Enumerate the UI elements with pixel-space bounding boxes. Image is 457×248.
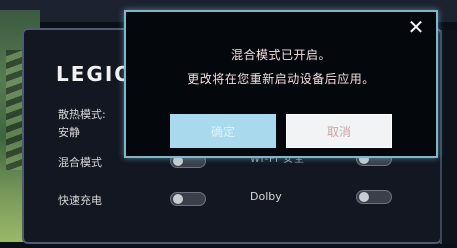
- dolby-toggle[interactable]: [356, 190, 392, 204]
- close-icon[interactable]: ✕: [406, 17, 426, 37]
- cancel-button[interactable]: 取消: [286, 114, 392, 148]
- thermal-mode-value[interactable]: 安静: [58, 124, 80, 140]
- brand-logo: LEGIO: [56, 62, 134, 86]
- confirm-button[interactable]: 确定: [170, 114, 276, 148]
- dolby-label: Dolby: [250, 190, 282, 203]
- fast-charge-toggle[interactable]: [170, 192, 206, 206]
- dialog-message-line1: 混合模式已开启。: [230, 48, 331, 62]
- side-panel-edge: [440, 30, 457, 244]
- thermal-mode-label: 散热模式:: [58, 108, 106, 121]
- fast-charge-label: 快速充电: [58, 194, 102, 207]
- hybrid-mode-label: 混合模式: [58, 156, 102, 169]
- dialog-message-line2: 更改将在您重新启动设备后应用。: [187, 72, 375, 86]
